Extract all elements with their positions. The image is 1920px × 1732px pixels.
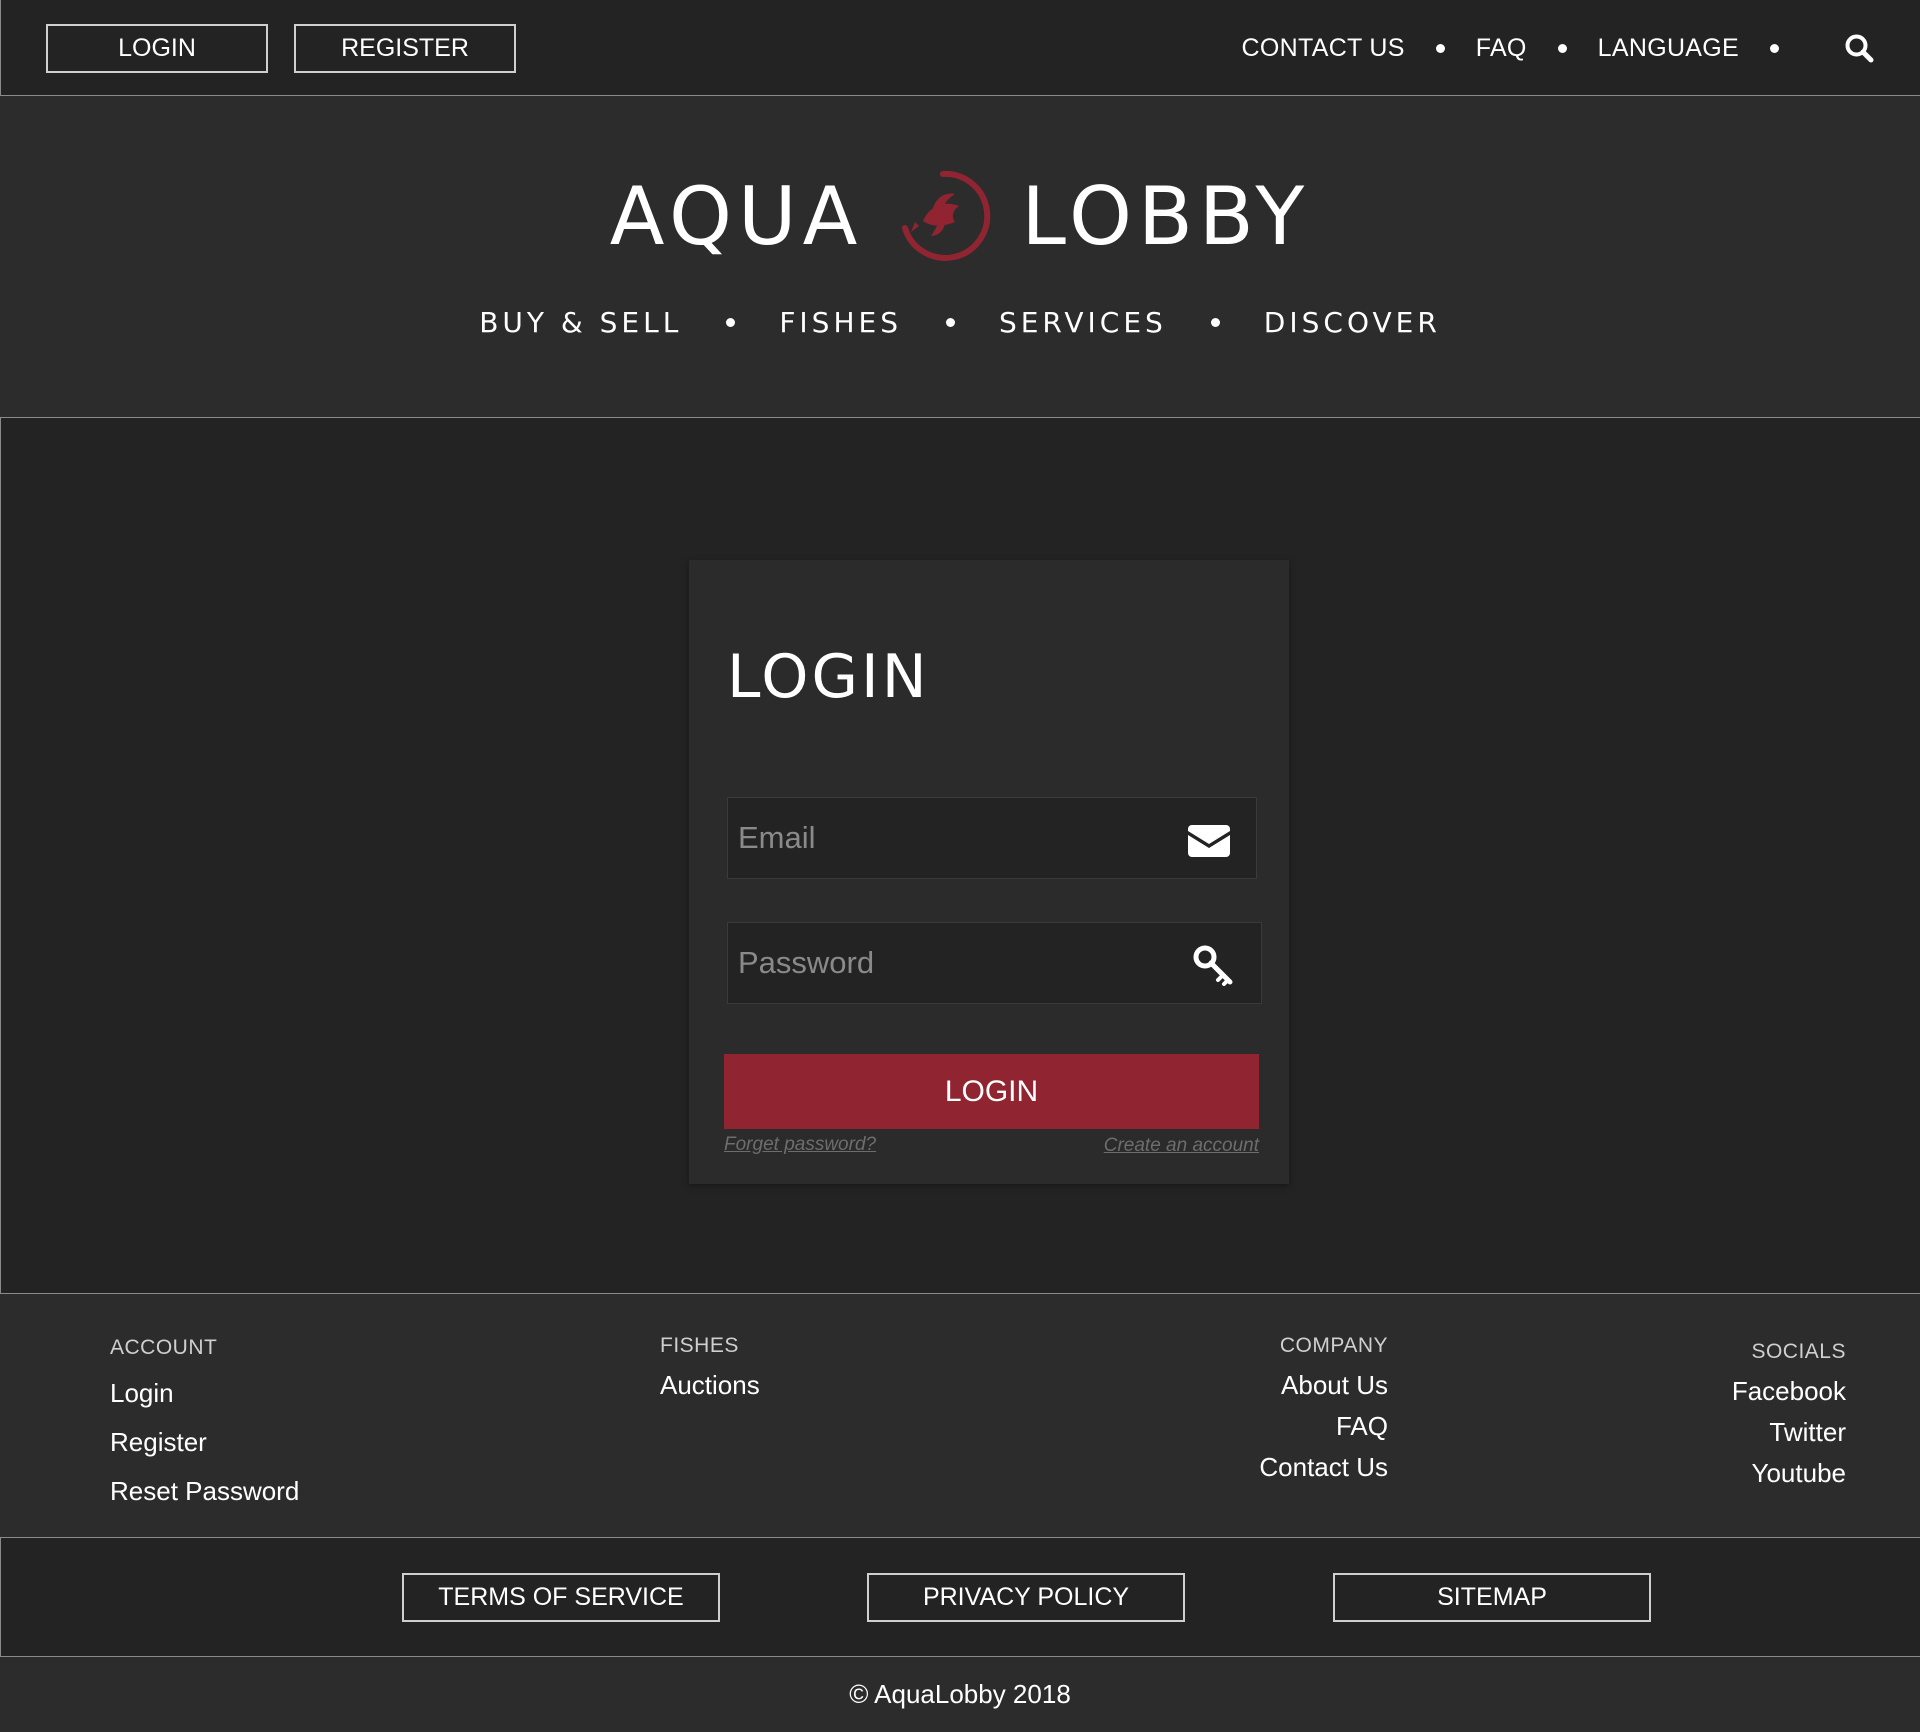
envelope-icon [1188, 825, 1230, 857]
sitemap-button[interactable]: SITEMAP [1333, 1573, 1651, 1622]
footer-col-company: COMPANY About Us FAQ Contact Us [1259, 1334, 1388, 1493]
footer-link-contact-us[interactable]: Contact Us [1259, 1452, 1388, 1483]
footer-col-account: ACCOUNT Login Register Reset Password [110, 1336, 299, 1507]
main-nav: BUY & SELL FISHES SERVICES DISCOVER [0, 302, 1920, 342]
login-title: LOGIN [727, 642, 930, 712]
footer-link-youtube[interactable]: Youtube [1732, 1458, 1846, 1489]
footer-link-register[interactable]: Register [110, 1427, 299, 1458]
site-header: AQUA LOBBY BUY & SELL FISHES SERVICES DI… [0, 96, 1920, 418]
footer-link-login[interactable]: Login [110, 1378, 299, 1409]
main-content: LOGIN LOGIN Forget password? Create an a… [0, 418, 1920, 1293]
footer-heading-company: COMPANY [1279, 1334, 1388, 1357]
forgot-password-link[interactable]: Forget password? [724, 1134, 876, 1156]
footer-link-facebook[interactable]: Facebook [1732, 1376, 1846, 1407]
nav-separator-dot [945, 317, 955, 327]
email-input[interactable] [728, 798, 1256, 878]
footer-link-about-us[interactable]: About Us [1259, 1370, 1388, 1401]
footer-link-auctions[interactable]: Auctions [660, 1370, 760, 1401]
privacy-policy-button[interactable]: PRIVACY POLICY [867, 1573, 1185, 1622]
login-submit-button[interactable]: LOGIN [724, 1054, 1259, 1129]
terms-of-service-button[interactable]: TERMS OF SERVICE [402, 1573, 720, 1622]
top-register-button[interactable]: REGISTER [294, 24, 516, 73]
top-bar: LOGIN REGISTER CONTACT US FAQ LANGUAGE [0, 0, 1920, 96]
footer-heading-fishes: FISHES [660, 1334, 739, 1357]
footer-heading-socials: SOCIALS [1751, 1340, 1846, 1363]
email-field-wrapper [727, 797, 1257, 879]
nav-separator-dot [726, 317, 736, 327]
language-link[interactable]: LANGUAGE [1598, 34, 1739, 63]
footer-link-twitter[interactable]: Twitter [1732, 1417, 1846, 1448]
brand-logo[interactable]: AQUA LOBBY [0, 166, 1920, 266]
site-footer: ACCOUNT Login Register Reset Password FI… [0, 1293, 1920, 1538]
copyright: © AquaLobby 2018 [0, 1656, 1920, 1732]
brand-word-lobby: LOBBY [1021, 169, 1311, 263]
password-input[interactable] [728, 923, 1261, 1003]
nav-fishes[interactable]: FISHES [779, 306, 902, 339]
utility-nav: CONTACT US FAQ LANGUAGE [1242, 0, 1920, 96]
nav-separator-dot [1557, 43, 1567, 53]
footer-col-fishes: FISHES Auctions [660, 1334, 760, 1401]
nav-discover[interactable]: DISCOVER [1264, 306, 1441, 339]
nav-services[interactable]: SERVICES [999, 306, 1167, 339]
password-field-wrapper [727, 922, 1262, 1004]
nav-separator-dot [1770, 43, 1779, 53]
brand-word-aqua: AQUA [609, 169, 864, 263]
login-card: LOGIN LOGIN Forget password? Create an a… [689, 560, 1289, 1184]
nav-separator-dot [1210, 317, 1220, 327]
koi-fish-logo-icon [902, 170, 991, 261]
search-icon[interactable] [1844, 33, 1874, 63]
footer-link-faq[interactable]: FAQ [1259, 1411, 1388, 1442]
contact-us-link[interactable]: CONTACT US [1242, 34, 1405, 63]
nav-separator-dot [1435, 43, 1445, 53]
top-login-button[interactable]: LOGIN [46, 24, 268, 73]
nav-buy-sell[interactable]: BUY & SELL [479, 306, 682, 339]
faq-link[interactable]: FAQ [1476, 34, 1527, 63]
legal-bar: TERMS OF SERVICE PRIVACY POLICY SITEMAP [0, 1538, 1920, 1656]
footer-col-socials: SOCIALS Facebook Twitter Youtube [1732, 1340, 1846, 1499]
create-account-link[interactable]: Create an account [1104, 1135, 1259, 1157]
footer-link-reset-password[interactable]: Reset Password [110, 1476, 299, 1507]
key-icon [1193, 945, 1233, 986]
footer-heading-account: ACCOUNT [110, 1336, 218, 1359]
